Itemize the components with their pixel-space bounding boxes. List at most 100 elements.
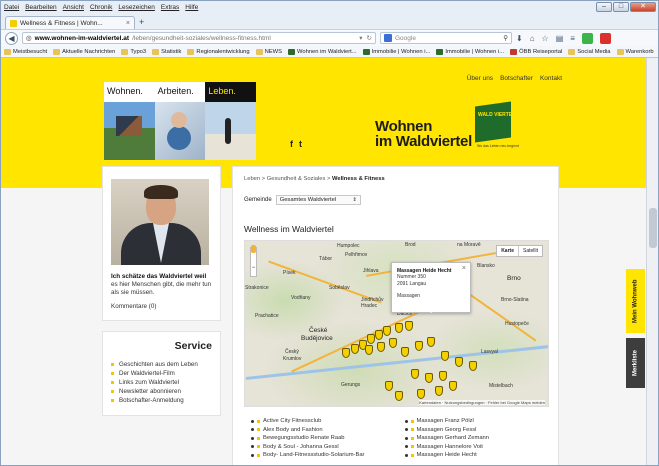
map-marker-icon[interactable] <box>377 342 385 352</box>
search-input[interactable]: Google ⚲ <box>380 32 512 44</box>
bookmark-item[interactable]: Meistbesucht <box>4 48 47 55</box>
nav-ueber-uns[interactable]: Über uns <box>467 75 493 82</box>
bookmark-item[interactable]: Aktuelle Nachrichten <box>53 48 115 55</box>
map-marker-icon[interactable] <box>439 371 447 381</box>
map-marker-icon[interactable] <box>411 369 419 379</box>
map-marker-icon[interactable] <box>351 344 359 354</box>
menu-icon[interactable]: ≡ <box>570 34 575 43</box>
twitter-icon[interactable]: t <box>299 139 302 149</box>
map-marker-icon[interactable] <box>395 391 403 401</box>
list-item[interactable]: Massagen Gerhard Zemann <box>404 434 489 443</box>
tab-close-icon[interactable]: × <box>126 20 130 27</box>
list-item[interactable]: Massagen Hannelore Voit <box>404 443 490 452</box>
map-marker-icon[interactable] <box>441 351 449 361</box>
list-item[interactable]: Massagen Franz Pölzl <box>404 417 490 426</box>
addon-red-icon[interactable] <box>599 32 611 44</box>
menu-lesezeichen[interactable]: Lesezeichen <box>118 4 155 14</box>
gemeinde-select[interactable]: Gesamtes Waldviertel ⇕ <box>275 195 361 205</box>
url-bar[interactable]: ◎ www.wohnen-im-waldviertel.at/leben/ges… <box>22 32 376 44</box>
map-label: Budějovice <box>301 335 333 342</box>
list-item[interactable]: Active City Fitnessclub <box>251 417 365 426</box>
window-controls: – □ ✕ <box>596 2 656 12</box>
map-marker-icon[interactable] <box>415 341 423 351</box>
list-item[interactable]: Body- Land-Fitnessstudio-Solarium-Bar <box>251 451 365 460</box>
merkliste-tab[interactable]: Merkliste <box>626 338 645 388</box>
map-marker-icon[interactable] <box>417 389 425 399</box>
bookmark-item[interactable]: NEWS <box>255 48 282 55</box>
service-link[interactable]: Links zum Waldviertel <box>111 378 212 387</box>
map-marker-icon[interactable] <box>367 334 375 344</box>
map-marker-icon[interactable] <box>469 361 477 371</box>
map-label: Brno <box>507 275 521 282</box>
home-icon[interactable]: ⌂ <box>530 34 535 43</box>
nav-botschafter[interactable]: Botschafter <box>500 75 533 82</box>
facebook-icon[interactable]: f <box>290 139 293 149</box>
search-icon[interactable]: ⚲ <box>503 34 508 42</box>
tab-wellness[interactable]: Wellness & Fitness | Wohn... × <box>5 16 135 29</box>
download-icon[interactable]: ⬇ <box>516 34 523 43</box>
service-link[interactable]: Newsletter abonnieren <box>111 387 212 396</box>
bookmark-star-icon[interactable]: ☆ <box>542 34 549 43</box>
map-marker-icon[interactable] <box>401 347 409 357</box>
map-marker-icon[interactable] <box>435 386 443 396</box>
bookmark-item[interactable]: Social Media <box>568 48 611 55</box>
menu-datei[interactable]: Datei <box>4 4 19 14</box>
menu-extras[interactable]: Extras <box>161 4 179 14</box>
bookmarks-menu-icon[interactable]: ▤ <box>556 34 564 43</box>
map-type-satellit[interactable]: Satellit <box>519 246 542 256</box>
bookmark-item[interactable]: Warenkorb <box>616 48 654 55</box>
map-marker-icon[interactable] <box>405 321 413 331</box>
dropdown-arrow-icon[interactable]: ▾ <box>359 34 362 42</box>
bookmark-item[interactable]: Regionalentwicklung <box>187 48 250 55</box>
menu-bearbeiten[interactable]: Bearbeiten <box>25 4 56 14</box>
menu-hilfe[interactable]: Hilfe <box>185 4 198 14</box>
menu-chronik[interactable]: Chronik <box>90 4 112 14</box>
map-marker-icon[interactable] <box>425 373 433 383</box>
map-marker-icon[interactable] <box>385 381 393 391</box>
bookmark-item[interactable]: Statistik <box>152 48 181 55</box>
page-scrollbar[interactable] <box>646 58 658 465</box>
map-label: Brno-Slatina <box>501 297 529 303</box>
list-item[interactable]: Massagen Georg Fessl <box>404 426 490 435</box>
map-marker-icon[interactable] <box>395 323 403 333</box>
bookmark-item[interactable]: Immobilie | Wohnen i... <box>362 48 430 55</box>
scrollbar-thumb[interactable] <box>649 208 657 248</box>
map-marker-icon[interactable] <box>375 330 383 340</box>
map-marker-icon[interactable] <box>449 381 457 391</box>
close-icon[interactable]: × <box>462 265 466 272</box>
service-link[interactable]: Der Waldviertel-Film <box>111 369 212 378</box>
nav-kontakt[interactable]: Kontakt <box>540 75 562 82</box>
service-link[interactable]: Botschafter-Anmeldung <box>111 396 212 405</box>
site-logo[interactable]: WALD VIERTEL Wohnen im Waldviertel Wo da… <box>375 101 550 164</box>
map-marker-icon[interactable] <box>383 326 391 336</box>
map-type-switch: Karte Satellit <box>496 245 543 257</box>
comments-link[interactable]: Kommentare (0) <box>103 297 220 320</box>
close-window-button[interactable]: ✕ <box>630 2 656 12</box>
bookmark-item[interactable]: Immobilie | Wohnen i... <box>436 48 504 55</box>
google-map[interactable]: Humpolec Brod na Moravě Tábor Pelhřimov … <box>244 240 549 407</box>
service-link[interactable]: Geschichten aus dem Leben <box>111 360 212 369</box>
bookmark-item[interactable]: Wohnen im Waldviert... <box>288 48 357 55</box>
bookmark-item[interactable]: Typo3 <box>121 48 146 55</box>
new-tab-button[interactable]: + <box>139 17 144 27</box>
map-attribution[interactable]: Kartendaten · Nutzungsbedingungen · Fehl… <box>419 400 545 405</box>
back-button[interactable]: ◀ <box>5 31 18 45</box>
menu-ansicht[interactable]: Ansicht <box>63 4 84 14</box>
list-item[interactable]: Massagen Heide Hecht <box>404 451 490 460</box>
maximize-button[interactable]: □ <box>613 2 629 12</box>
map-marker-icon[interactable] <box>455 357 463 367</box>
map-marker-icon[interactable] <box>389 338 397 348</box>
map-marker-icon[interactable] <box>365 345 373 355</box>
list-item[interactable]: Alex Body and Fashion <box>251 426 365 435</box>
addon-green-icon[interactable] <box>581 32 593 44</box>
map-type-karte[interactable]: Karte <box>497 246 519 256</box>
street-view-pegman-icon[interactable] <box>251 245 256 253</box>
reload-icon[interactable]: ↻ <box>367 34 372 42</box>
map-marker-icon[interactable] <box>342 348 350 358</box>
bookmark-item[interactable]: ÖBB Reiseportal <box>510 48 562 55</box>
mein-wohnweb-tab[interactable]: Mein Wohnweb <box>626 269 645 333</box>
map-marker-icon[interactable] <box>427 337 435 347</box>
list-item[interactable]: Bewegungsstudio Renate Raab <box>251 434 365 443</box>
minimize-button[interactable]: – <box>596 2 612 12</box>
list-item[interactable]: Body & Soul - Johanna Gessl <box>251 443 365 452</box>
